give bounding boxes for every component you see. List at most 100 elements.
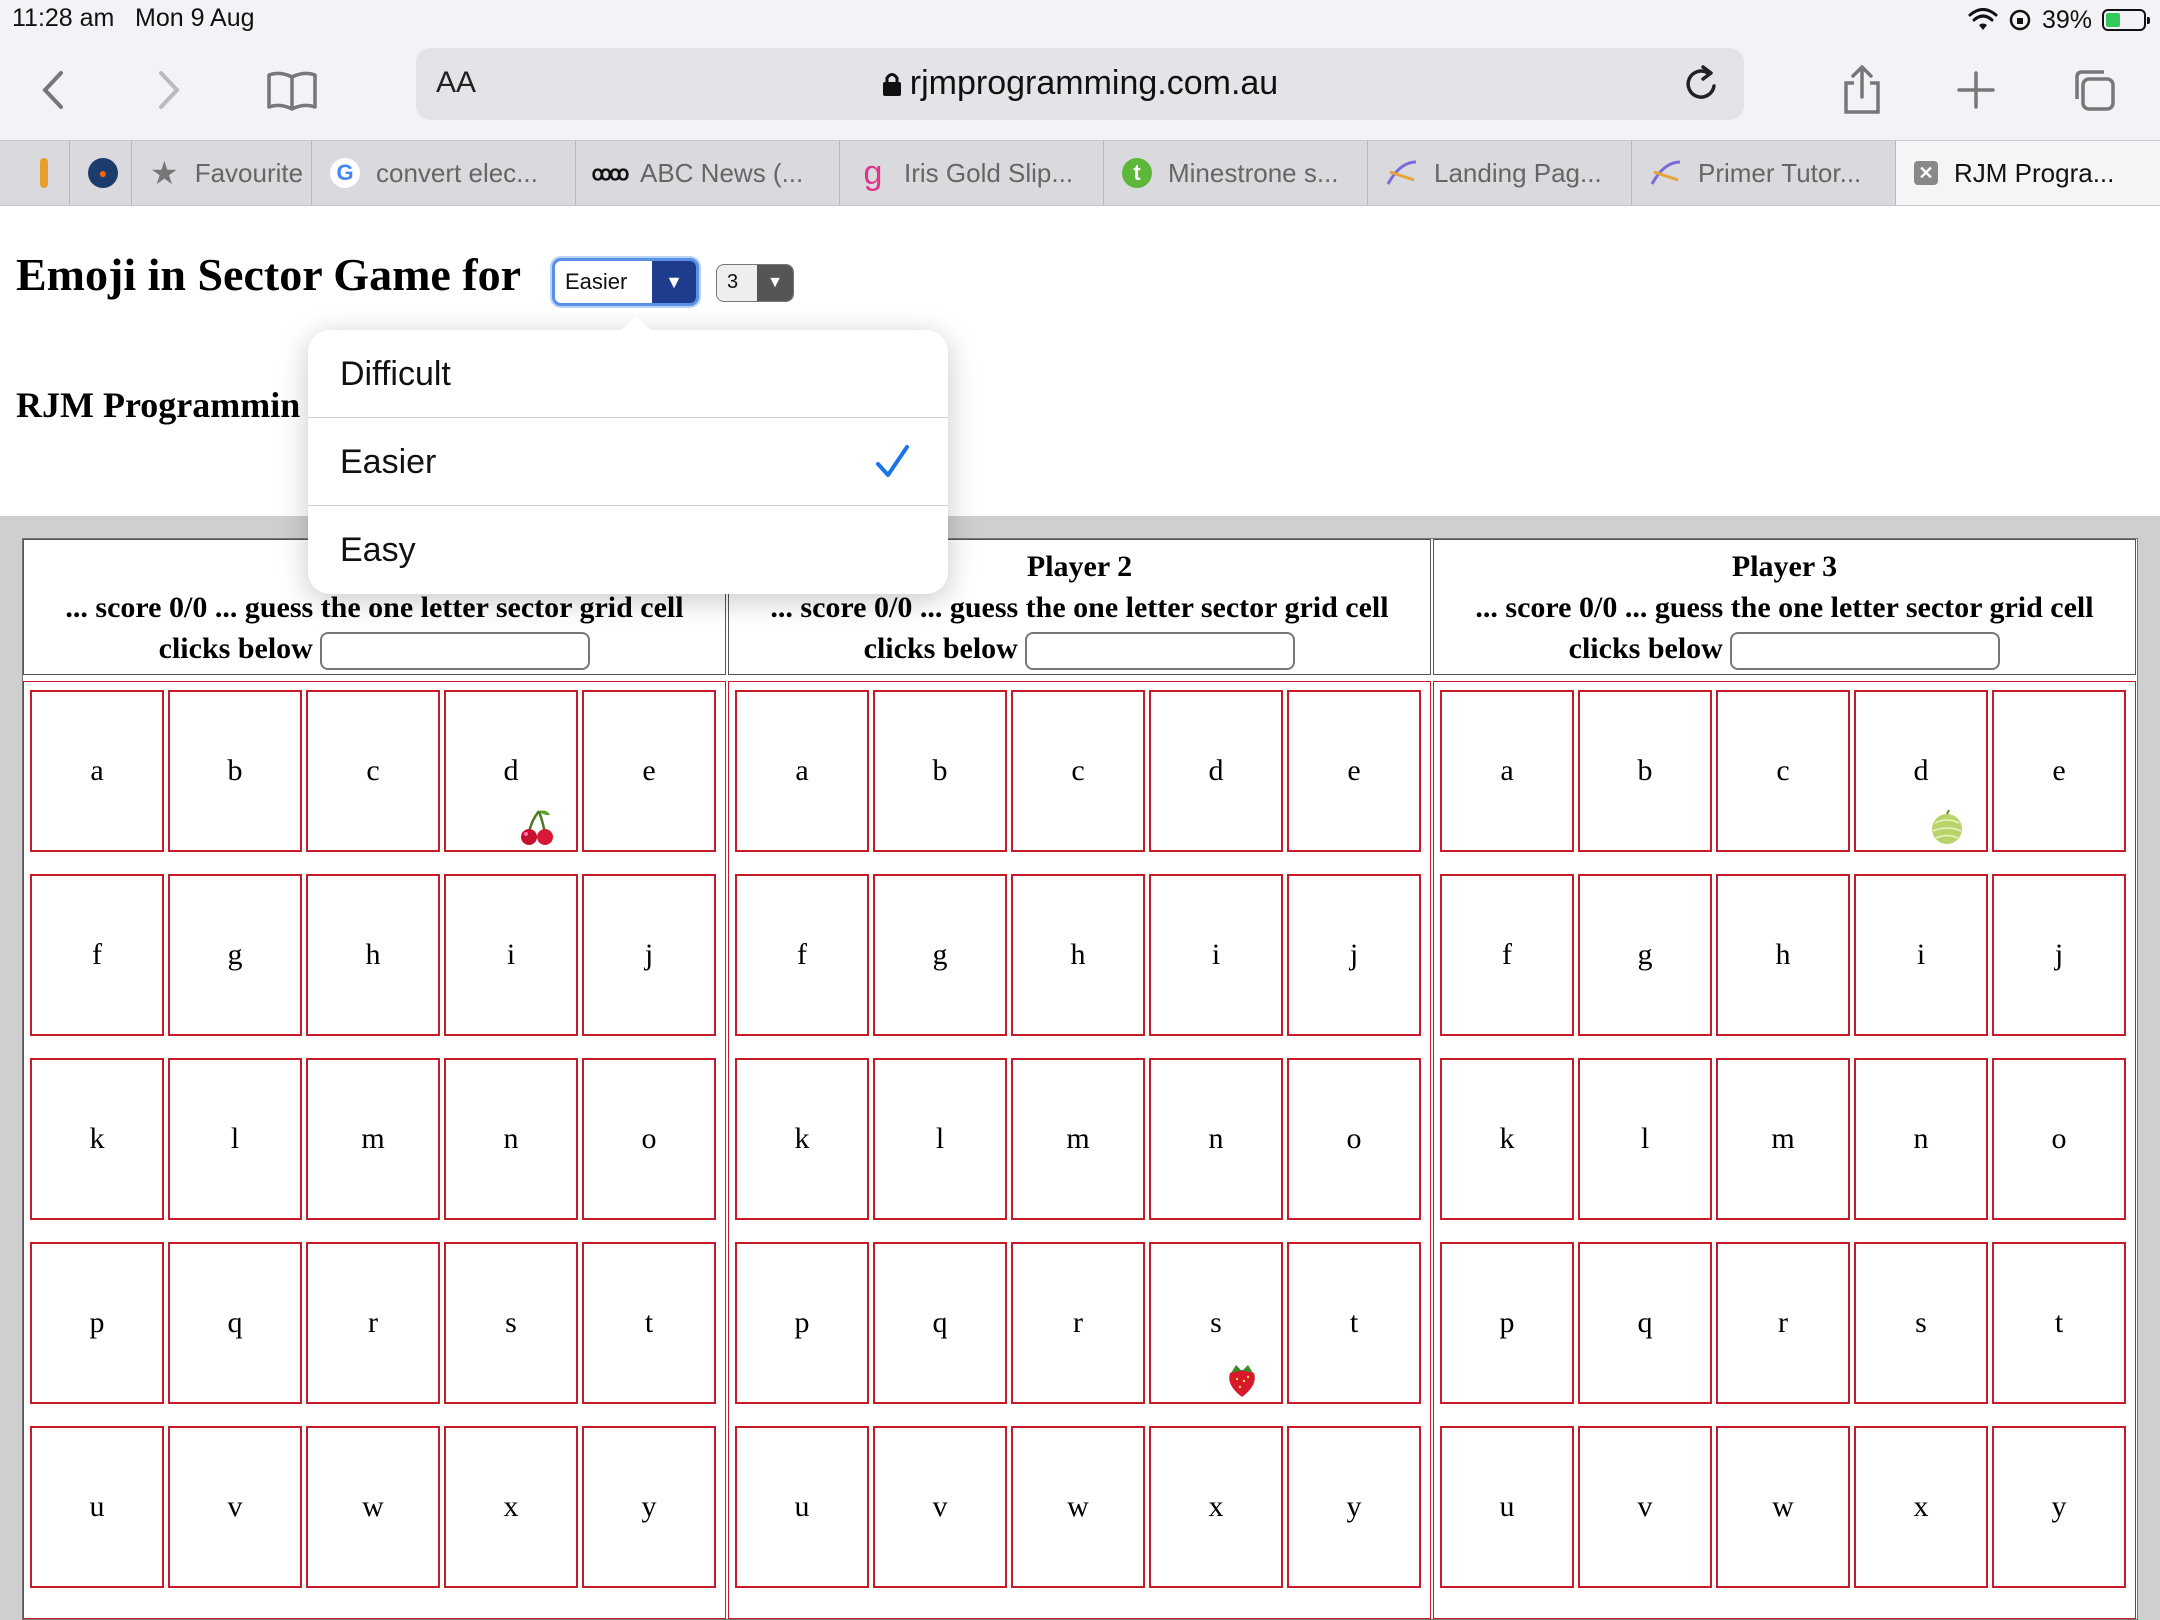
- grid-cell-c[interactable]: c: [306, 690, 440, 852]
- grid-cell-s[interactable]: s: [1149, 1242, 1283, 1404]
- grid-cell-o[interactable]: o: [1287, 1058, 1421, 1220]
- grid-cell-o[interactable]: o: [1992, 1058, 2126, 1220]
- grid-cell-j[interactable]: j: [582, 874, 716, 1036]
- grid-cell-n[interactable]: n: [444, 1058, 578, 1220]
- tab-4[interactable]: ꝏꝏ ABC News (...: [576, 141, 840, 205]
- grid-cell-p[interactable]: p: [1440, 1242, 1574, 1404]
- grid-cell-y[interactable]: y: [582, 1426, 716, 1588]
- tab-1[interactable]: ●: [70, 141, 132, 205]
- grid-cell-b[interactable]: b: [1578, 690, 1712, 852]
- grid-cell-f[interactable]: f: [1440, 874, 1574, 1036]
- grid-cell-a[interactable]: a: [1440, 690, 1574, 852]
- grid-cell-e[interactable]: e: [1287, 690, 1421, 852]
- grid-cell-k[interactable]: k: [30, 1058, 164, 1220]
- guess-input[interactable]: [1025, 632, 1296, 671]
- option-difficult[interactable]: Difficult: [308, 330, 948, 418]
- grid-cell-v[interactable]: v: [1578, 1426, 1712, 1588]
- grid-cell-c[interactable]: c: [1011, 690, 1145, 852]
- grid-cell-x[interactable]: x: [1149, 1426, 1283, 1588]
- grid-cell-x[interactable]: x: [1854, 1426, 1988, 1588]
- grid-cell-b[interactable]: b: [873, 690, 1007, 852]
- close-tab-icon[interactable]: ✕: [1914, 161, 1938, 185]
- grid-cell-y[interactable]: y: [1287, 1426, 1421, 1588]
- grid-cell-r[interactable]: r: [1011, 1242, 1145, 1404]
- tab-7[interactable]: Landing Pag...: [1368, 141, 1632, 205]
- grid-cell-p[interactable]: p: [735, 1242, 869, 1404]
- grid-cell-x[interactable]: x: [444, 1426, 578, 1588]
- grid-cell-n[interactable]: n: [1854, 1058, 1988, 1220]
- new-tab-button[interactable]: [1946, 60, 2006, 120]
- grid-cell-u[interactable]: u: [735, 1426, 869, 1588]
- difficulty-select[interactable]: Easier ▼: [552, 258, 699, 306]
- tab-0[interactable]: [0, 141, 70, 205]
- forward-button[interactable]: [138, 60, 198, 120]
- bookmarks-button[interactable]: [262, 60, 322, 120]
- grid-cell-y[interactable]: y: [1992, 1426, 2126, 1588]
- grid-cell-l[interactable]: l: [168, 1058, 302, 1220]
- grid-cell-l[interactable]: l: [873, 1058, 1007, 1220]
- grid-cell-m[interactable]: m: [1011, 1058, 1145, 1220]
- grid-cell-a[interactable]: a: [30, 690, 164, 852]
- grid-cell-e[interactable]: e: [1992, 690, 2126, 852]
- grid-cell-i[interactable]: i: [444, 874, 578, 1036]
- grid-cell-k[interactable]: k: [1440, 1058, 1574, 1220]
- grid-cell-m[interactable]: m: [1716, 1058, 1850, 1220]
- grid-cell-a[interactable]: a: [735, 690, 869, 852]
- grid-cell-t[interactable]: t: [1287, 1242, 1421, 1404]
- grid-cell-w[interactable]: w: [306, 1426, 440, 1588]
- back-button[interactable]: [24, 60, 84, 120]
- reload-icon[interactable]: [1682, 64, 1722, 104]
- grid-cell-r[interactable]: r: [306, 1242, 440, 1404]
- grid-cell-q[interactable]: q: [873, 1242, 1007, 1404]
- tab-8[interactable]: Primer Tutor...: [1632, 141, 1896, 205]
- grid-cell-q[interactable]: q: [1578, 1242, 1712, 1404]
- share-button[interactable]: [1832, 60, 1892, 120]
- grid-cell-w[interactable]: w: [1011, 1426, 1145, 1588]
- grid-cell-b[interactable]: b: [168, 690, 302, 852]
- grid-cell-t[interactable]: t: [582, 1242, 716, 1404]
- tab-6[interactable]: t Minestrone s...: [1104, 141, 1368, 205]
- grid-cell-j[interactable]: j: [1992, 874, 2126, 1036]
- grid-cell-n[interactable]: n: [1149, 1058, 1283, 1220]
- guess-input[interactable]: [320, 632, 591, 671]
- grid-cell-g[interactable]: g: [1578, 874, 1712, 1036]
- grid-cell-t[interactable]: t: [1992, 1242, 2126, 1404]
- grid-cell-q[interactable]: q: [168, 1242, 302, 1404]
- grid-cell-c[interactable]: c: [1716, 690, 1850, 852]
- grid-cell-i[interactable]: i: [1854, 874, 1988, 1036]
- grid-cell-e[interactable]: e: [582, 690, 716, 852]
- grid-cell-v[interactable]: v: [873, 1426, 1007, 1588]
- grid-cell-u[interactable]: u: [30, 1426, 164, 1588]
- grid-cell-h[interactable]: h: [1716, 874, 1850, 1036]
- option-easier[interactable]: Easier: [308, 418, 948, 506]
- tab-2[interactable]: ★ Favourite: [132, 141, 312, 205]
- grid-cell-p[interactable]: p: [30, 1242, 164, 1404]
- grid-cell-s[interactable]: s: [444, 1242, 578, 1404]
- grid-cell-v[interactable]: v: [168, 1426, 302, 1588]
- grid-cell-d[interactable]: d: [444, 690, 578, 852]
- grid-cell-f[interactable]: f: [735, 874, 869, 1036]
- grid-cell-o[interactable]: o: [582, 1058, 716, 1220]
- option-easy[interactable]: Easy: [308, 506, 948, 594]
- tabs-overview-button[interactable]: [2064, 60, 2124, 120]
- grid-cell-s[interactable]: s: [1854, 1242, 1988, 1404]
- guess-input[interactable]: [1730, 632, 2001, 671]
- grid-cell-f[interactable]: f: [30, 874, 164, 1036]
- grid-cell-i[interactable]: i: [1149, 874, 1283, 1036]
- grid-cell-k[interactable]: k: [735, 1058, 869, 1220]
- grid-cell-g[interactable]: g: [168, 874, 302, 1036]
- grid-cell-h[interactable]: h: [306, 874, 440, 1036]
- grid-cell-l[interactable]: l: [1578, 1058, 1712, 1220]
- grid-cell-m[interactable]: m: [306, 1058, 440, 1220]
- tab-9-active[interactable]: ✕ RJM Progra...: [1896, 141, 2160, 205]
- grid-cell-d[interactable]: d: [1149, 690, 1283, 852]
- grid-cell-u[interactable]: u: [1440, 1426, 1574, 1588]
- players-select[interactable]: 3 ▼: [716, 264, 794, 302]
- grid-cell-h[interactable]: h: [1011, 874, 1145, 1036]
- grid-cell-j[interactable]: j: [1287, 874, 1421, 1036]
- grid-cell-g[interactable]: g: [873, 874, 1007, 1036]
- grid-cell-w[interactable]: w: [1716, 1426, 1850, 1588]
- address-bar[interactable]: AA rjmprogramming.com.au: [416, 48, 1744, 120]
- grid-cell-r[interactable]: r: [1716, 1242, 1850, 1404]
- grid-cell-d[interactable]: d: [1854, 690, 1988, 852]
